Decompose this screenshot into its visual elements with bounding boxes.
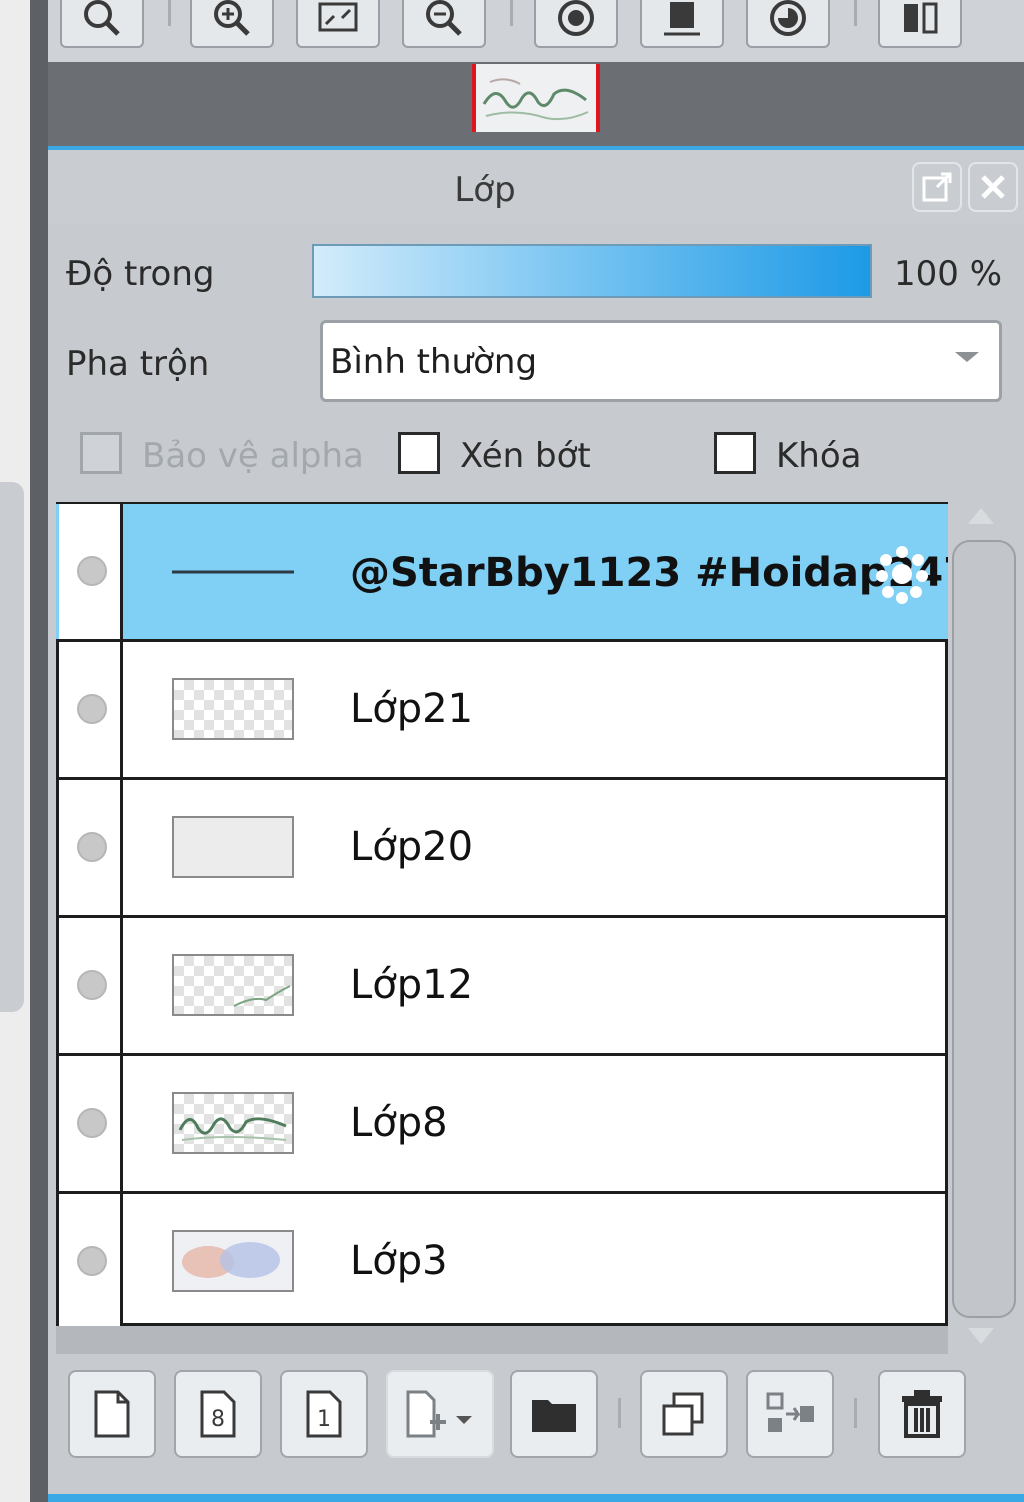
layer-row[interactable]: Lớp3 bbox=[56, 1194, 948, 1332]
opacity-label: Độ trong bbox=[66, 254, 215, 294]
merge-layer-button[interactable] bbox=[746, 1370, 834, 1458]
clip-checkbox[interactable] bbox=[398, 432, 440, 474]
visibility-icon[interactable] bbox=[77, 970, 107, 1000]
zoom-in-button[interactable] bbox=[190, 0, 274, 48]
new-8bit-layer-icon: 8 bbox=[200, 1390, 236, 1438]
layer-thumbnail-art bbox=[182, 1242, 280, 1278]
layer-row[interactable]: Lớp21 bbox=[56, 642, 948, 780]
zoom-in-icon bbox=[214, 0, 250, 36]
text-layer-icon bbox=[172, 570, 294, 574]
folder-icon bbox=[532, 1400, 576, 1432]
layer-thumbnail bbox=[172, 954, 294, 1016]
lock-checkbox[interactable] bbox=[714, 432, 756, 474]
close-icon bbox=[981, 175, 1005, 199]
new-1bit-layer-icon: 1 bbox=[306, 1390, 342, 1438]
popout-button[interactable] bbox=[912, 162, 962, 212]
visibility-cell[interactable] bbox=[59, 918, 123, 1053]
flip-button[interactable] bbox=[640, 0, 724, 48]
visibility-cell[interactable] bbox=[59, 642, 123, 777]
scroll-up-arrow-icon[interactable] bbox=[968, 508, 994, 524]
layer-thumbnail-art bbox=[178, 1117, 287, 1141]
add-layer-menu-button[interactable] bbox=[386, 1370, 494, 1458]
svg-text:1: 1 bbox=[317, 1407, 331, 1432]
visibility-cell[interactable] bbox=[59, 1194, 123, 1329]
close-button[interactable] bbox=[968, 162, 1018, 212]
toolbar-separator bbox=[618, 1398, 621, 1428]
expand-icon bbox=[318, 2, 358, 32]
visibility-icon[interactable] bbox=[77, 1108, 107, 1138]
duplicate-icon bbox=[662, 1392, 704, 1436]
layer-thumbnail bbox=[172, 678, 294, 740]
alpha-protect-label: Bảo vệ alpha bbox=[142, 436, 364, 476]
alpha-protect-checkbox[interactable] bbox=[80, 432, 122, 474]
opacity-value: 100 % bbox=[894, 254, 1003, 294]
duplicate-layer-button[interactable] bbox=[640, 1370, 728, 1458]
new-8bit-layer-button[interactable]: 8 bbox=[174, 1370, 262, 1458]
zoom-out-button[interactable] bbox=[402, 0, 486, 48]
navigator-canvas-thumbnail[interactable] bbox=[472, 64, 600, 132]
rotate-right-button[interactable] bbox=[746, 0, 830, 48]
layer-thumbnail bbox=[172, 1092, 294, 1154]
visibility-icon[interactable] bbox=[77, 556, 107, 586]
visibility-icon[interactable] bbox=[77, 1246, 107, 1276]
zoom-fit-button[interactable] bbox=[60, 0, 144, 48]
delete-layer-button[interactable] bbox=[878, 1370, 966, 1458]
chevron-down-icon bbox=[955, 352, 979, 362]
mirror-button[interactable] bbox=[878, 0, 962, 48]
layer-row[interactable]: @StarBby1123 #Hoidap247 bbox=[56, 504, 971, 642]
visibility-icon[interactable] bbox=[77, 694, 107, 724]
new-raster-layer-button[interactable] bbox=[68, 1370, 156, 1458]
layer-thumbnail bbox=[172, 1230, 294, 1292]
layer-name: Lớp21 bbox=[350, 686, 474, 732]
layer-row[interactable]: Lớp8 bbox=[56, 1056, 948, 1194]
toolbar-separator bbox=[854, 1398, 857, 1428]
lock-label: Khóa bbox=[776, 436, 862, 476]
new-1bit-layer-button[interactable]: 1 bbox=[280, 1370, 368, 1458]
horizontal-scrollbar[interactable] bbox=[56, 1326, 948, 1354]
rotate-left-button[interactable] bbox=[534, 0, 618, 48]
fit-window-button[interactable] bbox=[296, 0, 380, 48]
layer-name: Lớp12 bbox=[350, 962, 474, 1008]
navigator-toolbar bbox=[48, 0, 1024, 62]
canvas-preview-image bbox=[476, 64, 596, 132]
left-scrollbar-thumb[interactable] bbox=[0, 482, 24, 1012]
panel-title: Lớp bbox=[454, 170, 516, 210]
scroll-down-arrow-icon[interactable] bbox=[968, 1328, 994, 1344]
svg-text:8: 8 bbox=[211, 1407, 225, 1432]
visibility-cell[interactable] bbox=[59, 780, 123, 915]
panel-left-border bbox=[30, 0, 48, 1502]
toolbar-separator bbox=[168, 0, 171, 26]
trash-icon bbox=[902, 1390, 942, 1438]
toolbar-separator bbox=[854, 0, 857, 26]
clip-label: Xén bớt bbox=[460, 436, 591, 476]
blend-mode-value: Bình thường bbox=[330, 342, 538, 382]
panel-bottom-accent bbox=[48, 1494, 1024, 1502]
rotate-right-icon bbox=[770, 0, 806, 36]
visibility-cell[interactable] bbox=[59, 504, 123, 639]
popout-icon bbox=[922, 172, 952, 202]
layer-thumbnail bbox=[172, 816, 294, 878]
opacity-slider[interactable] bbox=[312, 244, 872, 298]
layer-thumbnail-art bbox=[233, 985, 291, 1007]
layer-name: Lớp8 bbox=[350, 1100, 448, 1146]
flip-icon bbox=[664, 2, 700, 36]
rotate-icon bbox=[558, 0, 594, 36]
zoom-out-icon bbox=[426, 0, 462, 36]
scrollbar-thumb[interactable] bbox=[952, 540, 1016, 1318]
blend-mode-label: Pha trộn bbox=[66, 344, 210, 384]
layer-row[interactable]: Lớp12 bbox=[56, 918, 948, 1056]
add-layer-icon bbox=[406, 1390, 472, 1438]
layer-name: Lớp20 bbox=[350, 824, 474, 870]
loading-spinner-icon bbox=[876, 546, 928, 604]
visibility-icon[interactable] bbox=[77, 832, 107, 862]
layer-row[interactable]: Lớp20 bbox=[56, 780, 948, 918]
merge-down-icon bbox=[766, 1392, 814, 1432]
new-folder-button[interactable] bbox=[510, 1370, 598, 1458]
visibility-cell[interactable] bbox=[59, 1056, 123, 1191]
toolbar-separator bbox=[510, 0, 513, 26]
layer-name: Lớp3 bbox=[350, 1238, 448, 1284]
magnifier-icon bbox=[84, 0, 120, 36]
mirror-icon bbox=[904, 2, 938, 34]
new-page-icon bbox=[94, 1390, 130, 1438]
